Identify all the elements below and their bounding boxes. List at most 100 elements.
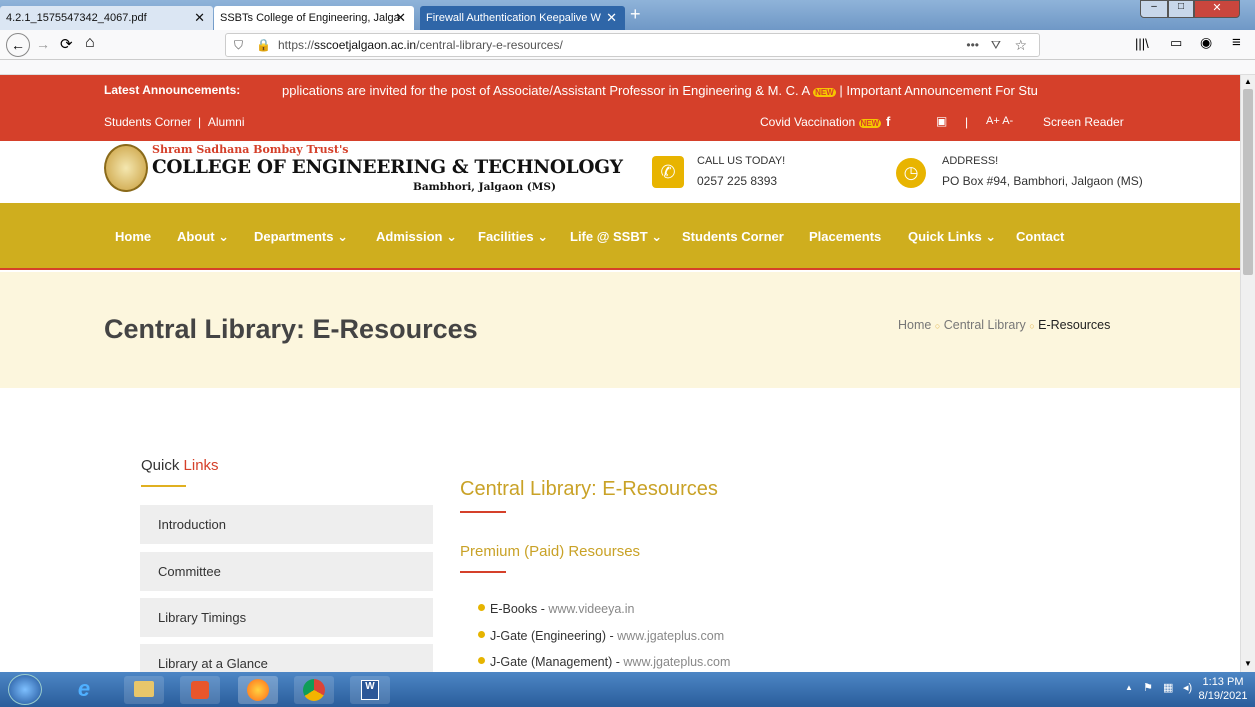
- pocket-icon[interactable]: ⛛: [991, 34, 1001, 56]
- facebook-icon[interactable]: f: [886, 114, 890, 129]
- alumni-link[interactable]: Alumni: [208, 115, 245, 129]
- new-badge: NEW: [813, 88, 836, 97]
- forward-button[interactable]: →: [36, 36, 50, 52]
- shield-icon: ⛉: [234, 38, 244, 52]
- sidebar-heading-b: Links: [183, 457, 219, 474]
- page-scrollbar[interactable]: ▲ ▼: [1240, 75, 1255, 672]
- word-icon[interactable]: W: [350, 676, 390, 704]
- covid-link[interactable]: Covid Vaccination NEW: [760, 115, 882, 129]
- youtube-icon[interactable]: ▣: [936, 114, 947, 128]
- content-heading-underline: [460, 511, 506, 513]
- explorer-icon[interactable]: [124, 676, 164, 704]
- college-location: Bambhori, Jalgaon (MS): [413, 181, 556, 193]
- menu-students-corner[interactable]: Students Corner: [682, 229, 784, 244]
- sidebar-item-library-at-a-glance[interactable]: Library at a Glance: [140, 644, 433, 672]
- announcement-text-2[interactable]: | Important Announcement For Stu: [839, 83, 1038, 98]
- sidebar-item-committee[interactable]: Committee: [140, 552, 433, 591]
- volume-icon[interactable]: ◂): [1183, 681, 1192, 694]
- clock-icon: ◷: [896, 158, 926, 188]
- clock-date[interactable]: 8/19/2021: [1197, 690, 1249, 702]
- library-icon[interactable]: |||\: [1135, 36, 1149, 51]
- breadcrumb-separator: ○: [1029, 321, 1035, 331]
- breadcrumb-separator: ○: [934, 321, 941, 331]
- close-tab-icon[interactable]: ✕: [395, 6, 406, 30]
- students-corner-label[interactable]: Students Corner: [104, 115, 191, 129]
- breadcrumb-home[interactable]: Home: [898, 318, 931, 332]
- announcement-label: Latest Announcements:: [104, 83, 241, 97]
- sidebar-icon[interactable]: ▭: [1170, 35, 1182, 51]
- lock-icon: 🔒: [256, 38, 271, 52]
- address-text: PO Box #94, Bambhori, Jalgaon (MS): [942, 174, 1143, 188]
- tray-expand-icon[interactable]: ▲: [1125, 683, 1133, 692]
- chrome-icon[interactable]: [294, 676, 334, 704]
- close-tab-icon[interactable]: ✕: [194, 6, 205, 30]
- bookmark-star-icon[interactable]: ☆: [1014, 34, 1027, 56]
- separator: |: [965, 115, 969, 129]
- menu-icon[interactable]: ≡: [1232, 34, 1241, 51]
- clock-time[interactable]: 1:13 PM: [1200, 676, 1246, 688]
- menu-departments[interactable]: Departments ⌄: [254, 229, 348, 245]
- resource-name: J-Gate (Management): [490, 655, 613, 669]
- address-label: ADDRESS!: [942, 155, 999, 167]
- media-player-icon[interactable]: [180, 676, 220, 704]
- firefox-icon[interactable]: [238, 676, 278, 704]
- site-header: Shram Sadhana Bombay Trust's COLLEGE OF …: [0, 141, 1240, 197]
- announcement-bar: Latest Announcements: pplications are in…: [0, 75, 1240, 141]
- scroll-up-arrow[interactable]: ▲: [1244, 77, 1252, 86]
- list-item: J-Gate (Engineering) - www.jgateplus.com: [478, 629, 724, 643]
- college-name[interactable]: COLLEGE OF ENGINEERING & TECHNOLOGY: [152, 157, 623, 178]
- trust-name: Shram Sadhana Bombay Trust's: [152, 143, 349, 156]
- college-seal-logo[interactable]: [104, 144, 148, 192]
- covid-label[interactable]: Covid Vaccination: [760, 115, 855, 129]
- resource-name: J-Gate (Engineering): [490, 629, 607, 643]
- menu-admission[interactable]: Admission ⌄: [376, 229, 457, 245]
- windows-taskbar: e W ▲ ⚑ ▦ ◂) 1:13 PM 8/19/2021: [0, 672, 1255, 707]
- start-button[interactable]: [8, 674, 42, 705]
- menu-facilities[interactable]: Facilities ⌄: [478, 229, 548, 245]
- menu-home[interactable]: Home: [115, 229, 151, 244]
- tab-label: Firewall Authentication Keepalive W: [426, 12, 601, 24]
- sidebar-heading: Quick Links: [141, 457, 219, 474]
- more-actions-icon[interactable]: •••: [966, 34, 979, 56]
- address-bar[interactable]: ⛉ 🔒 https://sscoetjalgaon.ac.in/central-…: [225, 33, 1040, 57]
- announcement-marquee[interactable]: pplications are invited for the post of …: [282, 83, 1132, 98]
- action-center-icon[interactable]: ⚑: [1143, 681, 1153, 694]
- reload-icon[interactable]: ⟳: [60, 35, 73, 53]
- phone-number[interactable]: 0257 225 8393: [697, 174, 777, 188]
- breadcrumb: Home ○ Central Library ○ E-Resources: [898, 318, 1110, 332]
- close-window-button[interactable]: ✕: [1194, 0, 1240, 18]
- new-tab-button[interactable]: +: [630, 4, 641, 25]
- tab-pdf[interactable]: 4.2.1_1575547342_4067.pdf ✕: [0, 6, 213, 30]
- menu-placements[interactable]: Placements: [809, 229, 881, 244]
- home-icon[interactable]: ⌂: [85, 34, 95, 52]
- network-icon[interactable]: ▦: [1163, 681, 1173, 694]
- scroll-down-arrow[interactable]: ▼: [1244, 659, 1252, 668]
- back-button[interactable]: ←: [6, 33, 30, 57]
- tab-ssbt[interactable]: SSBTs College of Engineering, Jalga ✕: [214, 6, 414, 30]
- menu-life-ssbt[interactable]: Life @ SSBT ⌄: [570, 229, 662, 245]
- sidebar-item-library-timings[interactable]: Library Timings: [140, 598, 433, 637]
- announcement-text[interactable]: pplications are invited for the post of …: [282, 83, 810, 98]
- sidebar-item-introduction[interactable]: Introduction: [140, 505, 433, 544]
- resource-link[interactable]: www.jgateplus.com: [617, 629, 724, 643]
- call-label: CALL US TODAY!: [697, 155, 786, 167]
- tab-firewall[interactable]: Firewall Authentication Keepalive W ✕: [420, 6, 625, 30]
- font-size-controls[interactable]: A+ A-: [986, 115, 1013, 127]
- top-link-students-corner[interactable]: Students Corner | Alumni: [104, 115, 245, 129]
- scroll-thumb[interactable]: [1243, 89, 1253, 275]
- breadcrumb-central-library[interactable]: Central Library: [944, 318, 1026, 332]
- account-icon[interactable]: ◉: [1200, 34, 1212, 51]
- menu-about[interactable]: About ⌄: [177, 229, 229, 245]
- url-path: /central-library-e-resources/: [416, 38, 563, 52]
- menu-contact[interactable]: Contact: [1016, 229, 1064, 244]
- menu-quick-links[interactable]: Quick Links ⌄: [908, 229, 996, 245]
- bullet-icon: [478, 657, 485, 664]
- content-subheading: Premium (Paid) Resourses: [460, 543, 641, 560]
- ie-icon[interactable]: e: [64, 676, 104, 704]
- minimize-button[interactable]: –: [1140, 0, 1168, 18]
- resource-link[interactable]: www.videeya.in: [548, 602, 634, 616]
- screen-reader-link[interactable]: Screen Reader: [1043, 115, 1124, 129]
- maximize-button[interactable]: □: [1168, 0, 1194, 18]
- close-tab-icon[interactable]: ✕: [606, 6, 617, 30]
- resource-link[interactable]: www.jgateplus.com: [623, 655, 730, 669]
